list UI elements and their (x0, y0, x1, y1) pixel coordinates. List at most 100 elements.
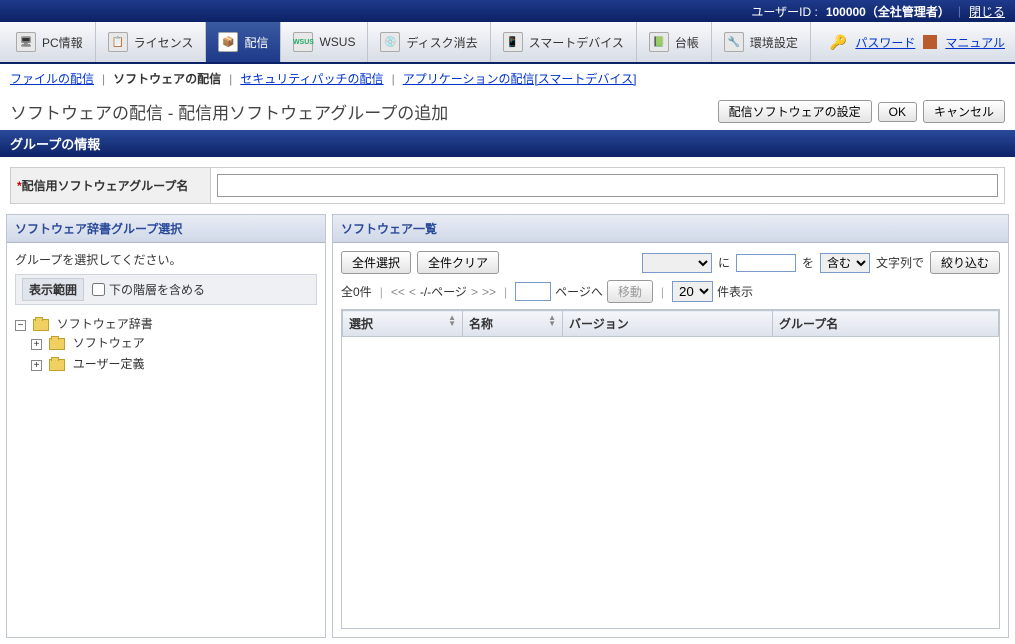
top-header: ユーザーID : 100000（全社管理者） | 閉じる (0, 0, 1015, 22)
folder-icon (33, 319, 49, 331)
col-group[interactable]: グループ名 (773, 311, 999, 337)
separator: | (958, 4, 961, 18)
software-table-wrap: 選択▲▼ 名称▲▼ バージョン グループ名 (341, 309, 1000, 629)
tree-item-label: ソフトウェア (73, 336, 145, 350)
group-info-form: *配信用ソフトウェアグループ名 (0, 157, 1015, 214)
right-panel-header: ソフトウェア一覧 (333, 215, 1008, 243)
book-icon (923, 35, 937, 49)
tree-item-userdef[interactable]: + ユーザー定義 (31, 353, 317, 374)
expand-icon[interactable]: + (31, 360, 42, 371)
tab-label: PC情報 (42, 34, 83, 51)
distribution-icon: 📦 (218, 32, 238, 52)
tab-wsus[interactable]: WSUS WSUS (281, 22, 368, 62)
tab-license[interactable]: 📋 ライセンス (96, 22, 207, 62)
folder-icon (49, 338, 65, 350)
tab-pc-info[interactable]: 🖥 PC情報 (4, 22, 96, 62)
pager-prev[interactable]: < (409, 285, 416, 299)
pager-last[interactable]: >> (482, 285, 496, 299)
wsus-icon: WSUS (293, 32, 313, 52)
filter-value-input[interactable] (736, 254, 796, 272)
col-version[interactable]: バージョン (563, 311, 773, 337)
display-range-row: 表示範囲 下の階層を含める (15, 274, 317, 305)
main-tabs: 🖥 PC情報 📋 ライセンス 📦 配信 WSUS WSUS 💿 ディスク消去 📱… (0, 22, 1015, 64)
page-title: ソフトウェアの配信 - 配信用ソフトウェアグループの追加 (10, 99, 712, 124)
page-label: ページへ (555, 283, 603, 300)
select-all-button[interactable]: 全件選択 (341, 251, 411, 274)
disk-erase-icon: 💿 (380, 32, 400, 52)
pc-icon: 🖥 (16, 32, 36, 52)
smart-device-icon: 📱 (503, 32, 523, 52)
group-name-input[interactable] (217, 174, 998, 197)
total-count: 全0件 (341, 283, 372, 300)
tab-label: 配信 (244, 34, 268, 51)
right-panel: ソフトウェア一覧 全件選択 全件クリア に を 含む 文字列で 絞り込む 全0件… (332, 214, 1009, 638)
key-icon: 🔑 (830, 34, 847, 51)
subnav-file-dist[interactable]: ファイルの配信 (10, 70, 94, 87)
expand-icon[interactable]: + (31, 339, 42, 350)
gear-icon: 🔧 (724, 32, 744, 52)
include-sub-text: 下の階層を含める (109, 281, 205, 298)
close-link[interactable]: 閉じる (969, 3, 1005, 20)
tab-label: WSUS (319, 35, 355, 49)
tree-root-item[interactable]: − ソフトウェア辞書 + ソフトウェア + (15, 313, 317, 376)
tab-label: スマートデバイス (529, 34, 624, 51)
filter-field-select[interactable] (642, 253, 712, 273)
subnav-app-dist[interactable]: アプリケーションの配信[スマートデバイス] (403, 70, 637, 87)
subnav-software-dist: ソフトウェアの配信 (113, 70, 221, 87)
tab-settings[interactable]: 🔧 環境設定 (712, 22, 811, 62)
paging-row: 全0件 | << < -/-ページ > >> | ページへ 移動 | 20 件表… (341, 280, 1000, 303)
page-info: -/-ページ (420, 283, 467, 300)
field-label-text: 配信用ソフトウェアグループ名 (22, 179, 189, 193)
sub-nav: ファイルの配信 | ソフトウェアの配信 | セキュリティパッチの配信 | アプリ… (0, 64, 1015, 93)
left-panel-header: ソフトウェア辞書グループ選択 (7, 215, 325, 243)
go-button[interactable]: 移動 (607, 280, 653, 303)
ok-button[interactable]: OK (878, 102, 917, 122)
tree-item-software[interactable]: + ソフトウェア (31, 332, 317, 353)
user-id: 100000（全社管理者） (826, 3, 950, 20)
tab-label: ディスク消去 (406, 34, 477, 51)
group-name-label: *配信用ソフトウェアグループ名 (11, 168, 211, 204)
col-select[interactable]: 選択▲▼ (343, 311, 463, 337)
tab-smart-device[interactable]: 📱 スマートデバイス (491, 22, 637, 62)
tab-label: ライセンス (134, 34, 194, 51)
pager-first[interactable]: << (391, 285, 405, 299)
include-sub-checkbox[interactable] (92, 283, 105, 296)
group-info-header: グループの情報 (0, 130, 1015, 157)
filter-button[interactable]: 絞り込む (930, 251, 1000, 274)
filter-text-at: を (802, 254, 814, 271)
tree-item-label: ユーザー定義 (73, 357, 145, 371)
col-name[interactable]: 名称▲▼ (463, 311, 563, 337)
software-table: 選択▲▼ 名称▲▼ バージョン グループ名 (342, 310, 999, 337)
tab-disk-erase[interactable]: 💿 ディスク消去 (368, 22, 490, 62)
tab-distribution[interactable]: 📦 配信 (206, 22, 281, 62)
filter-text-in: に (718, 254, 730, 271)
sort-icon[interactable]: ▲▼ (448, 315, 456, 327)
collapse-icon[interactable]: − (15, 320, 26, 331)
filter-op-select[interactable]: 含む (820, 253, 870, 273)
tab-ledger[interactable]: 📗 台帳 (637, 22, 712, 62)
clear-all-button[interactable]: 全件クリア (417, 251, 499, 274)
select-group-hint: グループを選択してください。 (15, 251, 317, 268)
manual-link[interactable]: マニュアル (945, 34, 1005, 51)
sort-icon[interactable]: ▲▼ (548, 315, 556, 327)
folder-icon (49, 359, 65, 371)
pager-next[interactable]: > (471, 285, 478, 299)
password-link[interactable]: パスワード (855, 34, 915, 51)
filter-text-tail: 文字列で (876, 254, 924, 271)
right-links: 🔑 パスワード マニュアル (830, 22, 1015, 62)
page-input[interactable] (515, 282, 551, 301)
software-tree: − ソフトウェア辞書 + ソフトウェア + (15, 313, 317, 376)
per-page-label: 件表示 (717, 283, 753, 300)
per-page-select[interactable]: 20 (672, 281, 713, 302)
display-range-label: 表示範囲 (22, 278, 84, 301)
subnav-patch-dist[interactable]: セキュリティパッチの配信 (240, 70, 383, 87)
cancel-button[interactable]: キャンセル (923, 100, 1005, 123)
include-sub-checkbox-label[interactable]: 下の階層を含める (92, 281, 205, 298)
tab-label: 環境設定 (750, 34, 798, 51)
distribution-settings-button[interactable]: 配信ソフトウェアの設定 (718, 100, 872, 123)
tab-label: 台帳 (675, 34, 699, 51)
ledger-icon: 📗 (649, 32, 669, 52)
page-title-row: ソフトウェアの配信 - 配信用ソフトウェアグループの追加 配信ソフトウェアの設定… (0, 93, 1015, 130)
tree-root-label: ソフトウェア辞書 (57, 317, 153, 331)
left-panel: ソフトウェア辞書グループ選択 グループを選択してください。 表示範囲 下の階層を… (6, 214, 326, 638)
